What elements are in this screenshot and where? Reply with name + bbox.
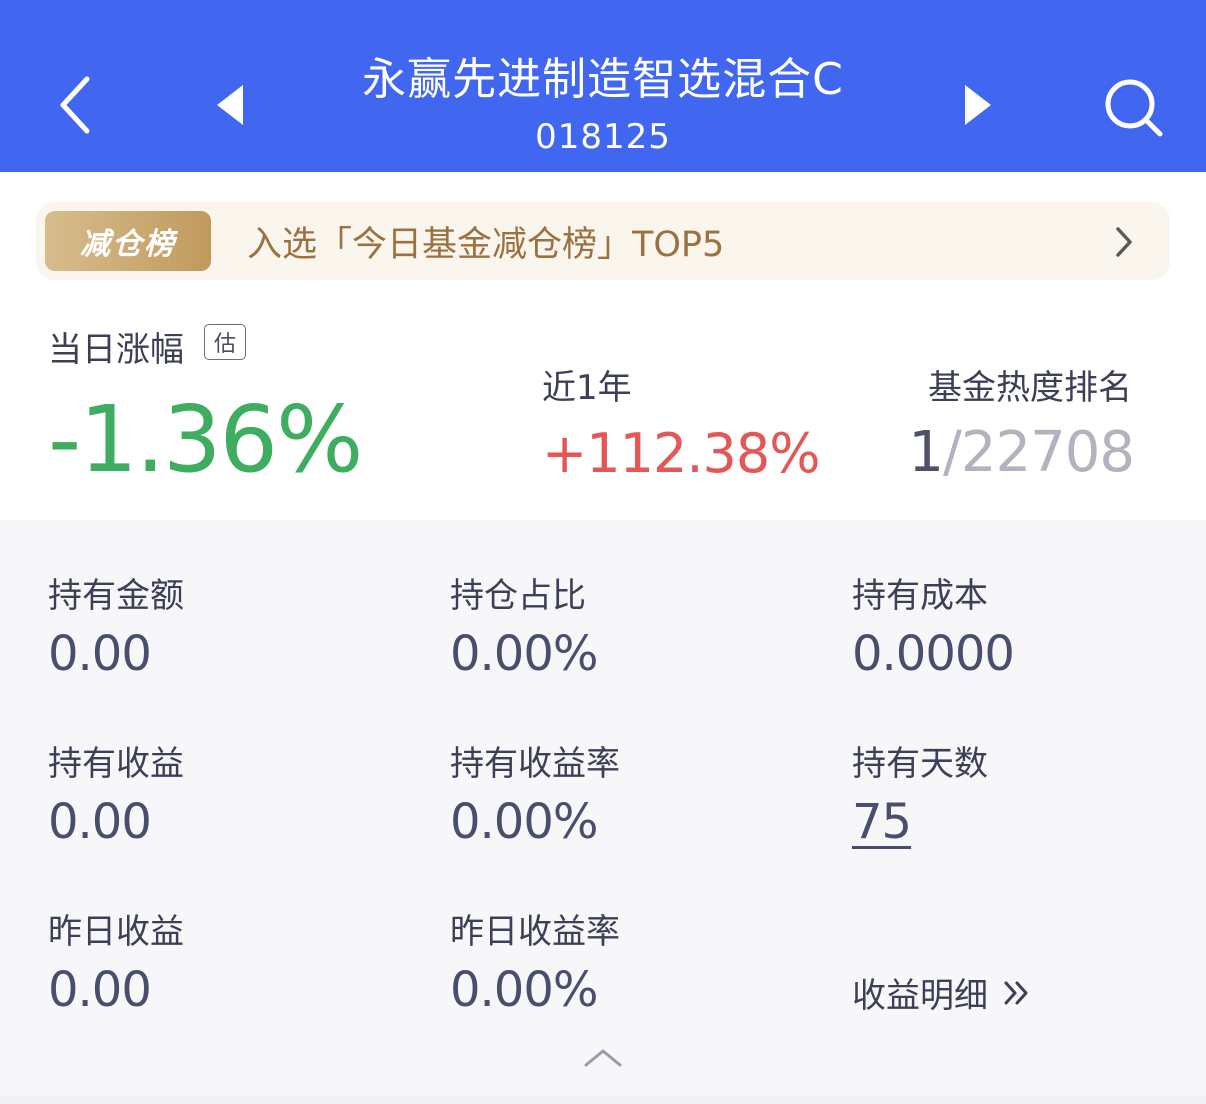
estimate-badge: 估 [204,324,246,360]
daily-change-label: 当日涨幅 [48,330,184,370]
previous-fund-button[interactable] [200,70,260,140]
position-ratio-value: 0.00% [450,626,598,682]
profit-detail-label: 收益明细 [852,976,988,1016]
yesterday-profit-rate-value: 0.00% [450,962,598,1018]
holding-profit-rate-label: 持有收益率 [450,744,620,784]
holding-cost-label: 持有成本 [852,576,988,616]
holding-profit-label: 持有收益 [48,744,184,784]
yesterday-profit-rate-label: 昨日收益率 [450,912,620,952]
one-year-label: 近1年 [542,368,632,408]
back-button[interactable] [40,60,110,150]
header-bar: 永赢先进制造智选混合C 018125 [0,0,1206,172]
triangle-left-icon [217,85,243,125]
yesterday-profit-value: 0.00 [48,962,152,1018]
triangle-right-icon [965,85,991,125]
holding-days-label: 持有天数 [852,744,988,784]
holdings-panel: 持有金额 0.00 持仓占比 0.00% 持有成本 0.0000 持有收益 0.… [0,520,1206,1096]
one-year-value: +112.38% [542,422,821,485]
reduction-rank-banner[interactable]: 减仓榜 入选「今日基金减仓榜」TOP5 [36,202,1170,280]
holding-amount-label: 持有金额 [48,576,184,616]
banner-text: 入选「今日基金减仓榜」TOP5 [247,224,725,265]
holding-profit-value: 0.00 [48,794,152,850]
fund-name: 永赢先进制造智选混合C [362,54,844,105]
next-fund-button[interactable] [948,70,1008,140]
holding-days-value[interactable]: 75 [852,794,912,850]
chevron-left-icon [60,76,90,134]
fund-detail-page: 永赢先进制造智选混合C 018125 减仓榜 入选「今日基金减仓榜」TOP5 当… [0,0,1206,1104]
fund-code: 018125 [535,117,671,157]
position-ratio-label: 持仓占比 [450,576,586,616]
title-block: 永赢先进制造智选混合C 018125 [260,50,946,160]
holding-profit-rate-value: 0.00% [450,794,598,850]
search-button[interactable] [1096,70,1172,146]
yesterday-profit-label: 昨日收益 [48,912,184,952]
search-icon [1105,79,1163,137]
banner-badge: 减仓榜 [45,211,211,271]
holding-cost-value: 0.0000 [852,626,1015,682]
bottom-divider [0,1096,1206,1104]
heat-rank-label: 基金热度排名 [928,368,1132,408]
daily-change-value: -1.36% [48,386,363,493]
chevron-right-icon [1116,227,1132,257]
profit-detail-link[interactable]: 收益明细 [852,968,1032,1017]
chevron-up-icon[interactable] [582,1045,624,1069]
rank-total: /22708 [942,420,1135,485]
heat-rank-value[interactable]: 1/22708 [908,420,1135,485]
double-chevron-right-icon [1004,981,1028,1004]
rank-position: 1 [908,420,944,485]
holding-amount-value: 0.00 [48,626,152,682]
